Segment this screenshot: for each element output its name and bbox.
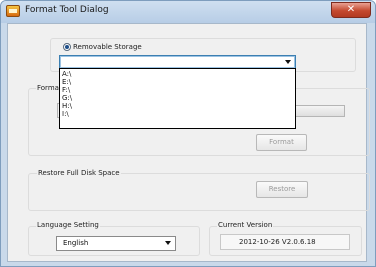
chevron-down-icon [285,60,291,64]
drive-option[interactable]: I:\ [62,111,69,118]
removable-storage-label: Removable Storage [73,43,142,51]
format-button[interactable]: Format [256,134,307,151]
version-group-label: Current Version [217,221,274,229]
drive-option[interactable]: H:\ [62,103,72,110]
drive-select[interactable] [59,55,296,69]
drive-option[interactable]: G:\ [62,95,72,102]
close-button[interactable]: ✕ [331,2,371,18]
restore-button[interactable]: Restore [256,181,308,198]
drive-dropdown-list: A:\ E:\ F:\ G:\ H:\ I:\ [59,68,296,129]
language-selected-value: English [63,239,89,247]
drive-option[interactable]: E:\ [62,79,71,86]
restore-group-label: Restore Full Disk Space [37,169,121,177]
version-value: 2012-10-26 V2.0.6.18 [239,238,316,246]
format-group-label: Forma [36,84,60,92]
restore-group [28,173,370,211]
app-icon [6,5,20,17]
chevron-down-icon [165,241,171,245]
removable-storage-radio[interactable] [63,43,71,51]
drive-option[interactable]: A:\ [62,71,71,78]
language-select[interactable]: English [56,236,176,251]
close-icon: ✕ [346,4,356,15]
version-field: 2012-10-26 V2.0.6.18 [220,234,350,250]
language-group-label: Language Setting [36,221,100,229]
window-title: Format Tool Dialog [25,5,109,15]
title-bar[interactable]: Format Tool Dialog ✕ [1,1,375,23]
drive-option[interactable]: F:\ [62,87,70,94]
